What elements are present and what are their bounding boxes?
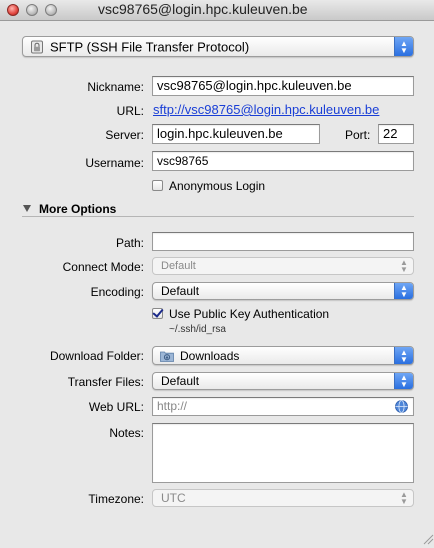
window-titlebar: vsc98765@login.hpc.kuleuven.be <box>0 0 434 21</box>
popup-arrows-icon: ▲ ▼ <box>394 373 413 389</box>
username-label: Username: <box>85 156 144 170</box>
folder-icon <box>160 350 174 362</box>
popup-arrows-icon: ▲ ▼ <box>400 258 408 274</box>
encoding-label: Encoding: <box>90 285 144 299</box>
public-key-label[interactable]: Use Public Key Authentication <box>169 307 329 321</box>
timezone-value: UTC <box>161 491 186 505</box>
close-button[interactable] <box>7 4 19 16</box>
download-folder-value: Downloads <box>180 348 240 363</box>
timezone-label: Timezone: <box>88 492 144 506</box>
anonymous-login-label[interactable]: Anonymous Login <box>169 179 265 193</box>
connect-mode-value: Default <box>161 260 196 272</box>
username-field[interactable]: vsc98765 <box>152 151 414 171</box>
notes-textarea[interactable] <box>152 423 414 483</box>
window-title: vsc98765@login.hpc.kuleuven.be <box>98 1 308 17</box>
server-label: Server: <box>105 128 144 142</box>
minimize-button[interactable] <box>26 4 38 16</box>
url-label: URL: <box>116 104 144 118</box>
lock-icon <box>30 40 44 54</box>
popup-arrows-icon: ▲ ▼ <box>394 37 413 56</box>
path-field[interactable] <box>152 232 414 251</box>
url-link[interactable]: sftp://vsc98765@login.hpc.kuleuven.be <box>153 102 379 117</box>
web-url-field[interactable]: http:// <box>152 397 414 416</box>
public-key-checkbox[interactable] <box>152 308 163 319</box>
port-field[interactable]: 22 <box>378 124 414 144</box>
more-options-header[interactable]: More Options <box>22 202 116 216</box>
protocol-label: SFTP (SSH File Transfer Protocol) <box>50 39 250 54</box>
path-label: Path: <box>115 236 144 250</box>
server-field[interactable]: login.hpc.kuleuven.be <box>152 124 320 144</box>
download-folder-popup[interactable]: Downloads ▲ ▼ <box>152 346 414 365</box>
encoding-popup[interactable]: Default ▲ ▼ <box>152 282 414 300</box>
transfer-files-label: Transfer Files: <box>67 375 144 389</box>
encoding-value: Default <box>161 284 200 298</box>
port-label: Port: <box>345 128 371 142</box>
connect-mode-label: Connect Mode: <box>62 260 144 274</box>
notes-label: Notes: <box>109 426 144 440</box>
transfer-files-value: Default <box>161 374 200 388</box>
zoom-button[interactable] <box>45 4 57 16</box>
popup-arrows-icon: ▲ ▼ <box>394 283 413 299</box>
key-path-text: ~/.ssh/id_rsa <box>169 324 226 335</box>
popup-arrows-icon: ▲ ▼ <box>394 347 413 364</box>
resize-grip-icon[interactable] <box>420 531 434 545</box>
protocol-popup[interactable]: SFTP (SSH File Transfer Protocol) ▲ ▼ <box>22 36 414 57</box>
web-url-label: Web URL: <box>88 400 144 414</box>
globe-icon[interactable] <box>395 400 408 413</box>
nickname-field[interactable]: vsc98765@login.hpc.kuleuven.be <box>152 76 414 96</box>
transfer-files-popup[interactable]: Default ▲ ▼ <box>152 372 414 390</box>
section-divider <box>22 216 414 217</box>
more-options-label: More Options <box>39 202 117 216</box>
popup-arrows-icon: ▲ ▼ <box>400 490 408 506</box>
download-folder-label: Download Folder: <box>49 349 144 363</box>
nickname-label: Nickname: <box>87 80 144 94</box>
timezone-popup: UTC ▲ ▼ <box>152 489 414 507</box>
connect-mode-popup: Default ▲ ▼ <box>152 257 414 275</box>
anonymous-login-checkbox[interactable] <box>152 180 163 191</box>
